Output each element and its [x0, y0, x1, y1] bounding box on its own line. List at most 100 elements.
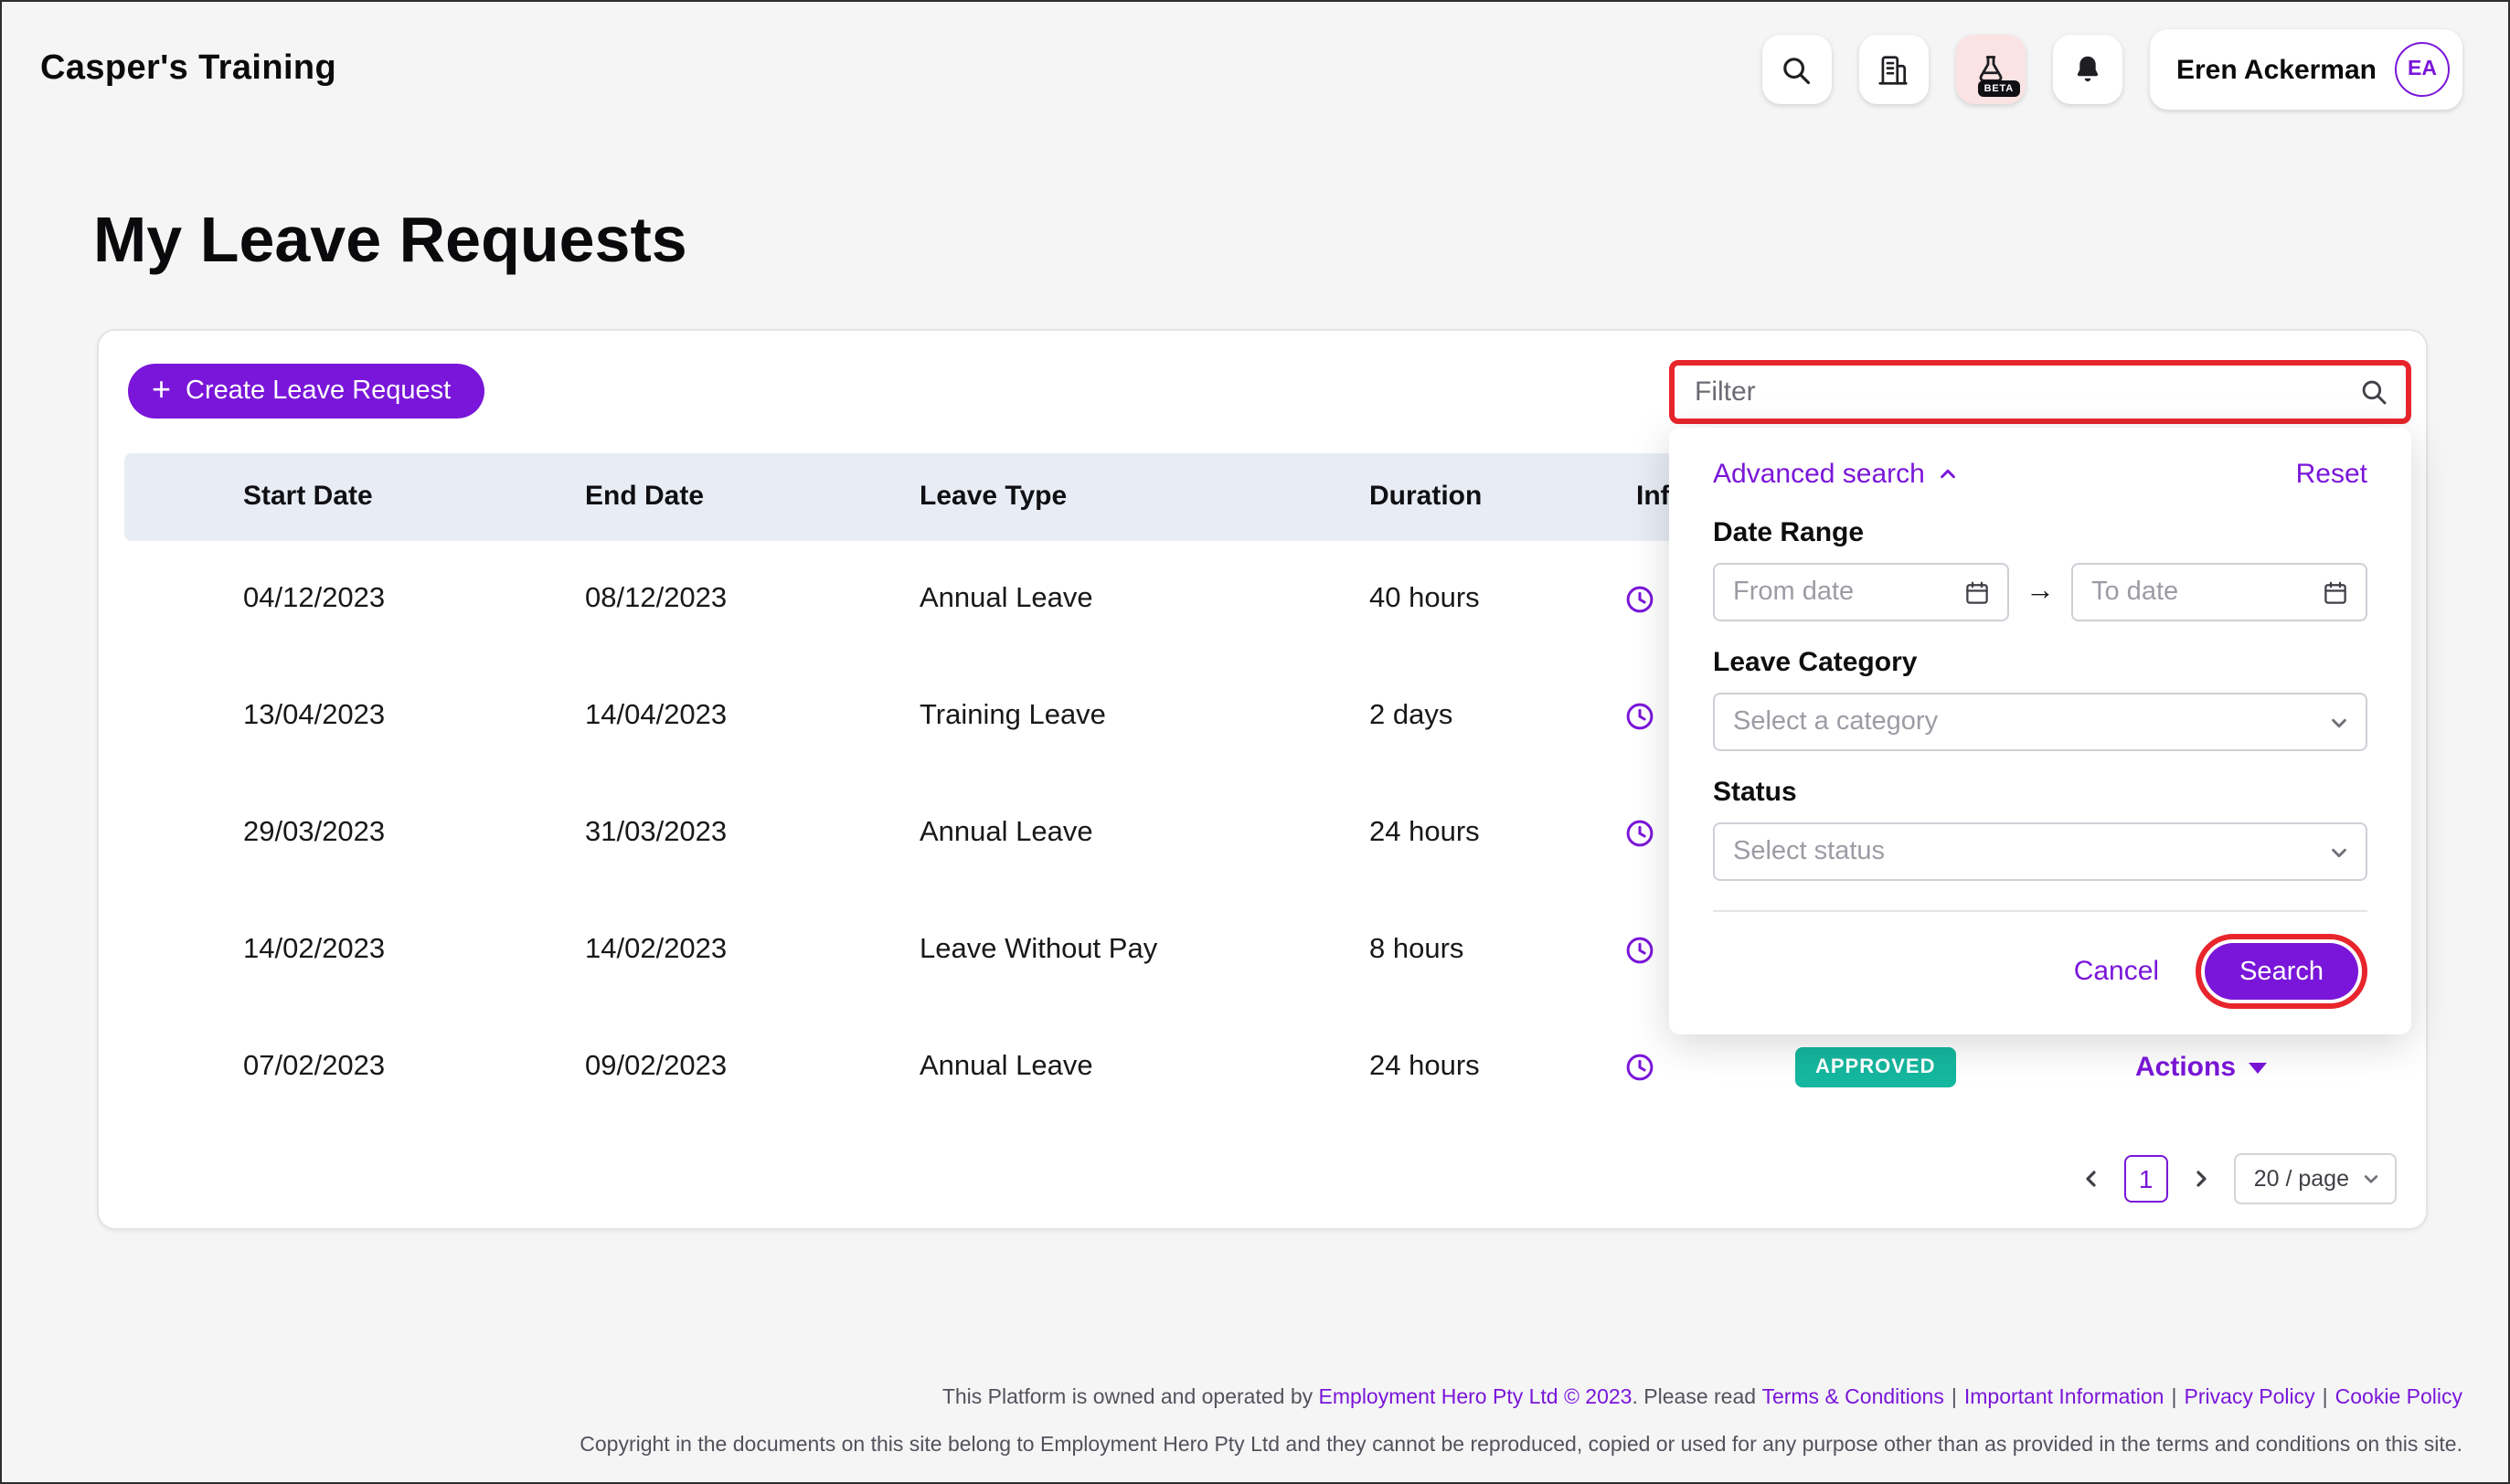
calendar-icon — [1963, 578, 1991, 606]
building-icon — [1876, 52, 1910, 87]
organisation-button[interactable] — [1858, 35, 1928, 104]
notifications-button[interactable] — [2052, 35, 2122, 104]
cell-start-date: 07/02/2023 — [243, 1009, 385, 1126]
cookie-policy-link[interactable]: Cookie Policy — [2335, 1387, 2462, 1409]
cell-duration: 24 hours — [1369, 1009, 1480, 1126]
divider — [1713, 910, 2367, 912]
bell-icon — [2070, 53, 2103, 86]
chevron-down-icon — [2329, 842, 2349, 862]
column-duration: Duration — [1369, 453, 1482, 541]
reset-link[interactable]: Reset — [2296, 458, 2367, 489]
date-range-row: From date → To date — [1713, 563, 2367, 621]
beta-badge: BETA — [1979, 80, 2019, 97]
cell-start-date: 04/12/2023 — [243, 541, 385, 658]
terms-and-conditions-link[interactable]: Terms & Conditions — [1761, 1387, 1943, 1409]
date-range-label: Date Range — [1713, 515, 2367, 550]
footer-separator: | — [1952, 1387, 1957, 1409]
company-link[interactable]: Employment Hero Pty Ltd © 2023 — [1319, 1387, 1633, 1409]
footer-separator: | — [2323, 1387, 2328, 1409]
footer-text: . Please read — [1633, 1387, 1762, 1409]
important-information-link[interactable]: Important Information — [1964, 1387, 2164, 1409]
advanced-search-panel: Advanced search Reset Date Range From da… — [1669, 428, 2411, 1034]
info-clock-icon[interactable] — [1623, 1051, 1656, 1084]
privacy-policy-link[interactable]: Privacy Policy — [2185, 1387, 2315, 1409]
page-size-select[interactable]: 20 / page — [2234, 1153, 2397, 1204]
search-button-highlight: Search — [2196, 934, 2367, 1009]
create-leave-request-label: Create Leave Request — [186, 376, 451, 406]
cell-start-date: 13/04/2023 — [243, 658, 385, 775]
cell-end-date: 08/12/2023 — [585, 541, 727, 658]
create-leave-request-button[interactable]: + Create Leave Request — [128, 364, 484, 419]
leave-category-label: Leave Category — [1713, 645, 2367, 680]
current-page[interactable]: 1 — [2124, 1155, 2168, 1203]
screen: Casper's Training BETA — [0, 0, 2510, 1484]
user-menu[interactable]: Eren Ackerman EA — [2149, 29, 2462, 110]
copyright-text: Copyright in the documents on this site … — [580, 1433, 2462, 1458]
filter-input[interactable] — [1695, 376, 2358, 408]
advanced-search-label: Advanced search — [1713, 458, 1925, 489]
info-clock-icon[interactable] — [1623, 934, 1656, 967]
avatar-initials: EA — [2408, 58, 2437, 80]
cell-end-date: 31/03/2023 — [585, 775, 727, 892]
footer: This Platform is owned and operated by E… — [580, 1385, 2462, 1458]
footer-line-1: This Platform is owned and operated by E… — [580, 1385, 2462, 1411]
footer-text: This Platform is owned and operated by — [942, 1387, 1319, 1409]
cell-duration: 8 hours — [1369, 892, 1463, 1009]
cell-end-date: 14/02/2023 — [585, 892, 727, 1009]
arrow-right-icon: → — [2026, 578, 2055, 607]
chevron-right-icon — [2190, 1168, 2212, 1190]
plus-icon: + — [152, 373, 171, 406]
cell-leave-type: Annual Leave — [920, 775, 1093, 892]
beta-features-button[interactable]: BETA — [1955, 35, 2025, 104]
cell-leave-type: Annual Leave — [920, 1009, 1093, 1126]
cell-end-date: 14/04/2023 — [585, 658, 727, 775]
search-icon — [2358, 376, 2389, 408]
calendar-icon — [2322, 578, 2349, 606]
info-clock-icon[interactable] — [1623, 700, 1656, 733]
advanced-search-submit-button[interactable]: Search — [2205, 943, 2358, 1000]
status-placeholder: Select status — [1733, 837, 2329, 866]
to-date-placeholder: To date — [2091, 578, 2322, 607]
header-actions: BETA Eren Ackerman EA — [1761, 29, 2462, 110]
filter-field — [1669, 360, 2411, 424]
leave-category-placeholder: Select a category — [1733, 707, 2329, 737]
chevron-left-icon — [2080, 1168, 2102, 1190]
actions-menu[interactable]: Actions — [2135, 1052, 2267, 1083]
cell-leave-type: Training Leave — [920, 658, 1106, 775]
cell-duration: 24 hours — [1369, 775, 1480, 892]
status-select[interactable]: Select status — [1713, 822, 2367, 881]
advanced-search-header: Advanced search Reset — [1713, 455, 2367, 492]
pagination: 1 20 / page — [2075, 1153, 2397, 1204]
cell-leave-type: Annual Leave — [920, 541, 1093, 658]
column-start-date: Start Date — [243, 453, 373, 541]
leave-requests-card: + Create Leave Request Start Date End Da… — [97, 329, 2428, 1230]
advanced-search-toggle[interactable]: Advanced search — [1713, 458, 1958, 489]
cell-start-date: 14/02/2023 — [243, 892, 385, 1009]
next-page-button[interactable] — [2185, 1157, 2218, 1201]
avatar: EA — [2395, 42, 2450, 97]
info-clock-icon[interactable] — [1623, 583, 1656, 616]
column-end-date: End Date — [585, 453, 704, 541]
app-header: Casper's Training BETA — [2, 2, 2508, 137]
status-badge: APPROVED — [1795, 1047, 1956, 1087]
page-size-value: 20 / page — [2254, 1166, 2349, 1192]
cell-leave-type: Leave Without Pay — [920, 892, 1157, 1009]
to-date-input[interactable]: To date — [2071, 563, 2367, 621]
from-date-placeholder: From date — [1733, 578, 1963, 607]
panel-actions: Cancel Search — [1713, 934, 2367, 1009]
cell-duration: 2 days — [1369, 658, 1452, 775]
cell-start-date: 29/03/2023 — [243, 775, 385, 892]
previous-page-button[interactable] — [2075, 1157, 2108, 1201]
footer-separator: | — [2172, 1387, 2177, 1409]
page-title: My Leave Requests — [93, 205, 687, 278]
cancel-button[interactable]: Cancel — [2074, 956, 2159, 987]
chevron-down-icon — [2362, 1170, 2380, 1188]
info-clock-icon[interactable] — [1623, 817, 1656, 850]
leave-category-select[interactable]: Select a category — [1713, 693, 2367, 751]
global-search-button[interactable] — [1761, 35, 1831, 104]
from-date-input[interactable]: From date — [1713, 563, 2009, 621]
cell-duration: 40 hours — [1369, 541, 1480, 658]
chevron-down-icon — [2329, 712, 2349, 732]
search-icon — [1779, 52, 1813, 87]
app-title: Casper's Training — [40, 49, 336, 90]
